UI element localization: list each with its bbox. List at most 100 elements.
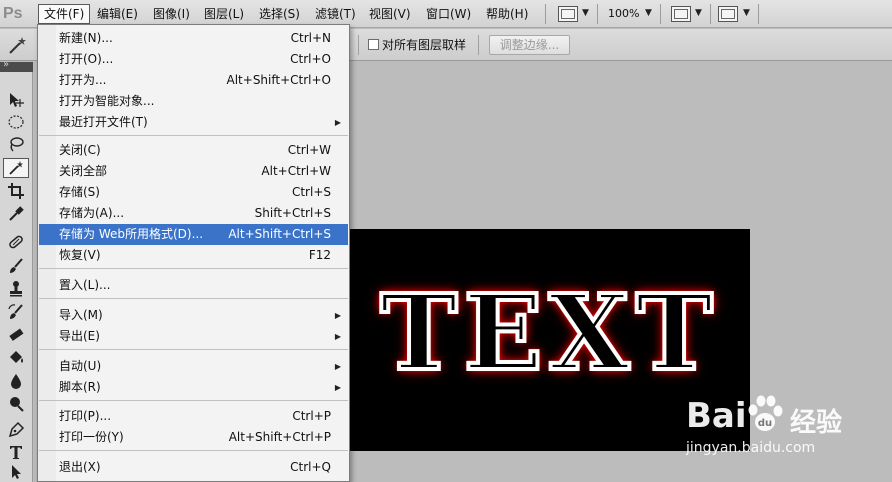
magic-wand-icon[interactable] bbox=[3, 158, 29, 178]
toolbox-collapse-handle[interactable] bbox=[0, 59, 33, 72]
menu-item-label: 自动(U) bbox=[59, 359, 102, 373]
menu-item-open-as[interactable]: 打开为... Alt+Shift+Ctrl+O bbox=[39, 70, 348, 91]
menu-separator bbox=[39, 450, 348, 451]
menu-item-label: 打开(O)... bbox=[59, 52, 114, 66]
menu-item-shortcut: F12 bbox=[308, 248, 331, 262]
menubar-divider bbox=[597, 4, 598, 24]
submenu-arrow-icon: ▶ bbox=[334, 118, 341, 127]
menu-item-label: 存储(S) bbox=[59, 185, 100, 199]
menu-item-import[interactable]: 导入(M) ▶ bbox=[39, 305, 348, 326]
menu-view[interactable]: 视图(V) bbox=[364, 4, 416, 24]
menu-edit[interactable]: 编辑(E) bbox=[92, 4, 143, 24]
chevron-down-icon[interactable]: ▼ bbox=[743, 8, 750, 18]
move-icon[interactable] bbox=[3, 90, 29, 110]
menu-item-label: 新建(N)... bbox=[59, 31, 113, 45]
options-divider bbox=[358, 35, 359, 55]
menu-item-label: 存储为(A)... bbox=[59, 206, 125, 220]
menu-image[interactable]: 图像(I) bbox=[148, 4, 195, 24]
menu-item-print[interactable]: 打印(P)... Ctrl+P bbox=[39, 406, 348, 427]
path-selection-icon[interactable] bbox=[3, 462, 29, 482]
menu-item-open[interactable]: 打开(O)... Ctrl+O bbox=[39, 49, 348, 70]
menu-item-shortcut: Ctrl+W bbox=[287, 143, 331, 157]
magic-wand-icon[interactable] bbox=[6, 34, 30, 56]
menu-item-exit[interactable]: 退出(X) Ctrl+Q bbox=[39, 457, 348, 478]
paint-bucket-icon[interactable] bbox=[3, 348, 29, 368]
menubar-divider bbox=[660, 4, 661, 24]
menu-item-print-one-copy[interactable]: 打印一份(Y) Alt+Shift+Ctrl+P bbox=[39, 427, 348, 448]
watermark-brand-cn: 经验 bbox=[790, 408, 843, 438]
dodge-icon[interactable] bbox=[3, 394, 29, 414]
menu-item-label: 恢复(V) bbox=[59, 248, 101, 262]
menu-item-recent-files[interactable]: 最近打开文件(T) ▶ bbox=[39, 112, 348, 133]
lasso-icon[interactable] bbox=[3, 134, 29, 154]
menu-item-close[interactable]: 关闭(C) Ctrl+W bbox=[39, 140, 348, 161]
file-menu-dropdown: 新建(N)... Ctrl+N 打开(O)... Ctrl+O 打开为... A… bbox=[37, 24, 350, 482]
menu-item-label: 打开为智能对象... bbox=[59, 94, 155, 108]
menu-separator bbox=[39, 268, 348, 269]
menu-item-shortcut: Ctrl+Q bbox=[290, 460, 331, 474]
menu-item-save-as[interactable]: 存储为(A)... Shift+Ctrl+S bbox=[39, 203, 348, 224]
history-brush-icon[interactable] bbox=[3, 302, 29, 322]
submenu-arrow-icon: ▶ bbox=[334, 362, 341, 371]
menu-item-new[interactable]: 新建(N)... Ctrl+N bbox=[39, 28, 348, 49]
menu-item-open-smart-object[interactable]: 打开为智能对象... bbox=[39, 91, 348, 112]
type-icon[interactable] bbox=[3, 442, 29, 462]
menu-item-label: 存储为 Web所用格式(D)... bbox=[59, 227, 204, 241]
screen-mode-icon[interactable] bbox=[558, 6, 578, 22]
toolbox bbox=[0, 59, 33, 482]
menu-item-shortcut: Alt+Shift+Ctrl+S bbox=[228, 227, 331, 241]
watermark-brand: Bai bbox=[686, 396, 747, 436]
refine-edge-button[interactable]: 调整边缘... bbox=[489, 35, 570, 55]
menu-item-save[interactable]: 存储(S) Ctrl+S bbox=[39, 182, 348, 203]
eraser-icon[interactable] bbox=[3, 325, 29, 345]
menu-file[interactable]: 文件(F) bbox=[38, 4, 91, 24]
menu-item-save-for-web[interactable]: 存储为 Web所用格式(D)... Alt+Shift+Ctrl+S bbox=[39, 224, 348, 245]
menubar-divider bbox=[545, 4, 546, 24]
screen-frame-icon[interactable] bbox=[718, 6, 738, 22]
menu-item-automate[interactable]: 自动(U) ▶ bbox=[39, 356, 348, 377]
baidu-paw-icon: du bbox=[748, 395, 783, 431]
crop-icon[interactable] bbox=[3, 181, 29, 201]
menu-item-shortcut: Ctrl+P bbox=[292, 409, 331, 423]
menu-item-label: 打印(P)... bbox=[59, 409, 112, 423]
marquee-icon[interactable] bbox=[3, 112, 29, 132]
menu-item-export[interactable]: 导出(E) ▶ bbox=[39, 326, 348, 347]
menu-item-label: 最近打开文件(T) bbox=[59, 115, 148, 129]
menu-item-place[interactable]: 置入(L)... bbox=[39, 275, 348, 296]
chevron-down-icon[interactable]: ▼ bbox=[582, 8, 589, 18]
chevron-down-icon[interactable]: ▼ bbox=[695, 8, 702, 18]
menu-help[interactable]: 帮助(H) bbox=[481, 4, 533, 24]
menu-item-shortcut: Alt+Ctrl+W bbox=[261, 164, 331, 178]
menubar-divider bbox=[710, 4, 711, 24]
sample-all-layers-checkbox[interactable] bbox=[368, 39, 379, 50]
blur-icon[interactable] bbox=[3, 371, 29, 391]
healing-brush-icon[interactable] bbox=[3, 232, 29, 252]
menu-select[interactable]: 选择(S) bbox=[254, 4, 305, 24]
menu-filter[interactable]: 滤镜(T) bbox=[310, 4, 361, 24]
chevron-down-icon[interactable]: ▼ bbox=[645, 8, 652, 18]
menu-layer[interactable]: 图层(L) bbox=[199, 4, 249, 24]
clone-stamp-icon[interactable] bbox=[3, 279, 29, 299]
menubar-divider bbox=[758, 4, 759, 24]
pen-icon[interactable] bbox=[3, 420, 29, 440]
menu-item-label: 导出(E) bbox=[59, 329, 100, 343]
menu-item-label: 置入(L)... bbox=[59, 278, 111, 292]
brush-icon[interactable] bbox=[3, 256, 29, 276]
submenu-arrow-icon: ▶ bbox=[334, 332, 341, 341]
menu-separator bbox=[39, 135, 348, 136]
menu-window[interactable]: 窗口(W) bbox=[421, 4, 476, 24]
zoom-level[interactable]: 100% bbox=[608, 4, 639, 24]
menu-item-revert[interactable]: 恢复(V) F12 bbox=[39, 245, 348, 266]
eyedropper-icon[interactable] bbox=[3, 204, 29, 224]
menu-item-label: 打开为... bbox=[59, 73, 107, 87]
arrange-documents-icon[interactable] bbox=[671, 6, 691, 22]
sample-all-layers-label: 对所有图层取样 bbox=[382, 38, 467, 52]
photoshop-logo: Ps bbox=[3, 5, 23, 22]
menu-item-label: 导入(M) bbox=[59, 308, 103, 322]
svg-text:du: du bbox=[758, 418, 772, 429]
menu-item-scripts[interactable]: 脚本(R) ▶ bbox=[39, 377, 348, 398]
menu-item-label: 关闭(C) bbox=[59, 143, 101, 157]
menu-item-shortcut: Shift+Ctrl+S bbox=[254, 206, 331, 220]
options-divider bbox=[478, 35, 479, 55]
menu-item-close-all[interactable]: 关闭全部 Alt+Ctrl+W bbox=[39, 161, 348, 182]
